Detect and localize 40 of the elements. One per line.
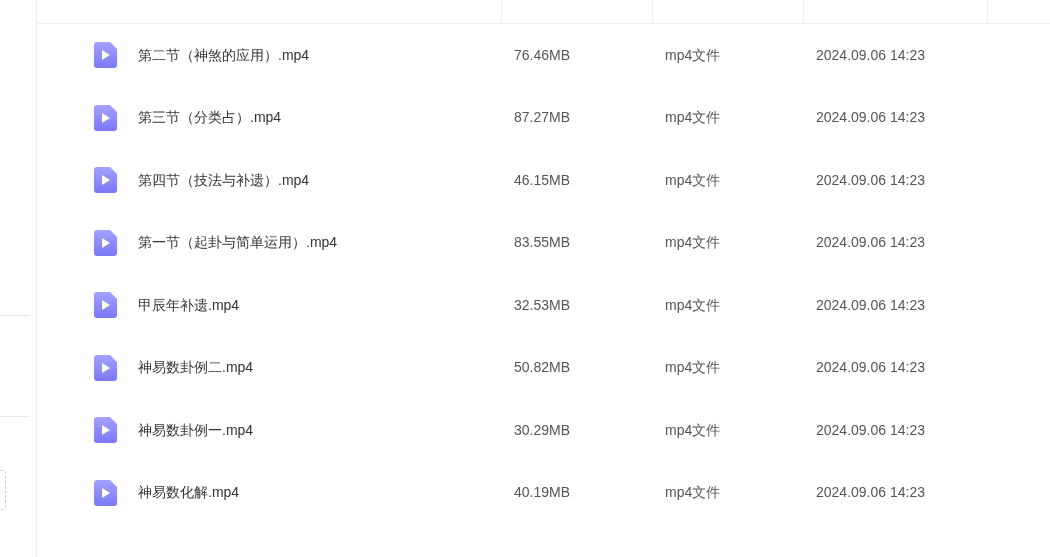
file-size: 32.53MB (514, 296, 571, 313)
file-size: 46.15MB (514, 171, 571, 188)
file-type: mp4文件 (665, 359, 721, 376)
video-file-icon (94, 167, 117, 194)
file-name[interactable]: 第三节（分类占）.mp4 (138, 107, 282, 129)
modified-time: 2024.09.06 14:23 (816, 296, 925, 313)
file-size: 30.29MB (514, 421, 571, 438)
file-name[interactable]: 第二节（神煞的应用）.mp4 (138, 44, 310, 66)
video-file-icon (94, 104, 117, 131)
modified-time: 2024.09.06 14:23 (816, 109, 925, 126)
file-type: mp4文件 (665, 46, 721, 63)
modified-time: 2024.09.06 14:23 (816, 359, 925, 376)
video-file-icon (94, 354, 117, 381)
video-file-icon (94, 42, 117, 69)
file-type: mp4文件 (665, 421, 721, 438)
file-name[interactable]: 神易数卦例二.mp4 (138, 357, 254, 379)
modified-time: 2024.09.06 14:23 (816, 484, 925, 501)
file-type: mp4文件 (665, 234, 721, 251)
file-size: 50.82MB (514, 359, 571, 376)
file-name[interactable]: 甲辰年补遗.mp4 (138, 294, 240, 316)
modified-time: 2024.09.06 14:23 (816, 234, 925, 251)
modified-time: 2024.09.06 14:23 (816, 421, 925, 438)
file-size: 76.46MB (514, 46, 571, 63)
file-type: mp4文件 (665, 171, 721, 188)
modified-time: 2024.09.06 14:23 (816, 46, 925, 63)
file-name[interactable]: 神易数化解.mp4 (138, 482, 240, 504)
file-type: mp4文件 (665, 109, 721, 126)
file-name[interactable]: 第四节（技法与补遗）.mp4 (138, 169, 310, 191)
file-type: mp4文件 (665, 296, 721, 313)
file-size: 40.19MB (514, 484, 571, 501)
video-file-icon (94, 229, 117, 256)
file-size: 83.55MB (514, 234, 571, 251)
video-file-icon (94, 417, 117, 444)
file-type: mp4文件 (665, 484, 721, 501)
video-file-icon (94, 479, 117, 506)
file-name[interactable]: 神易数卦例一.mp4 (138, 419, 254, 441)
video-file-icon (94, 292, 117, 319)
file-size: 87.27MB (514, 109, 571, 126)
modified-time: 2024.09.06 14:23 (816, 171, 925, 188)
file-name[interactable]: 第一节（起卦与简单运用）.mp4 (138, 232, 338, 254)
